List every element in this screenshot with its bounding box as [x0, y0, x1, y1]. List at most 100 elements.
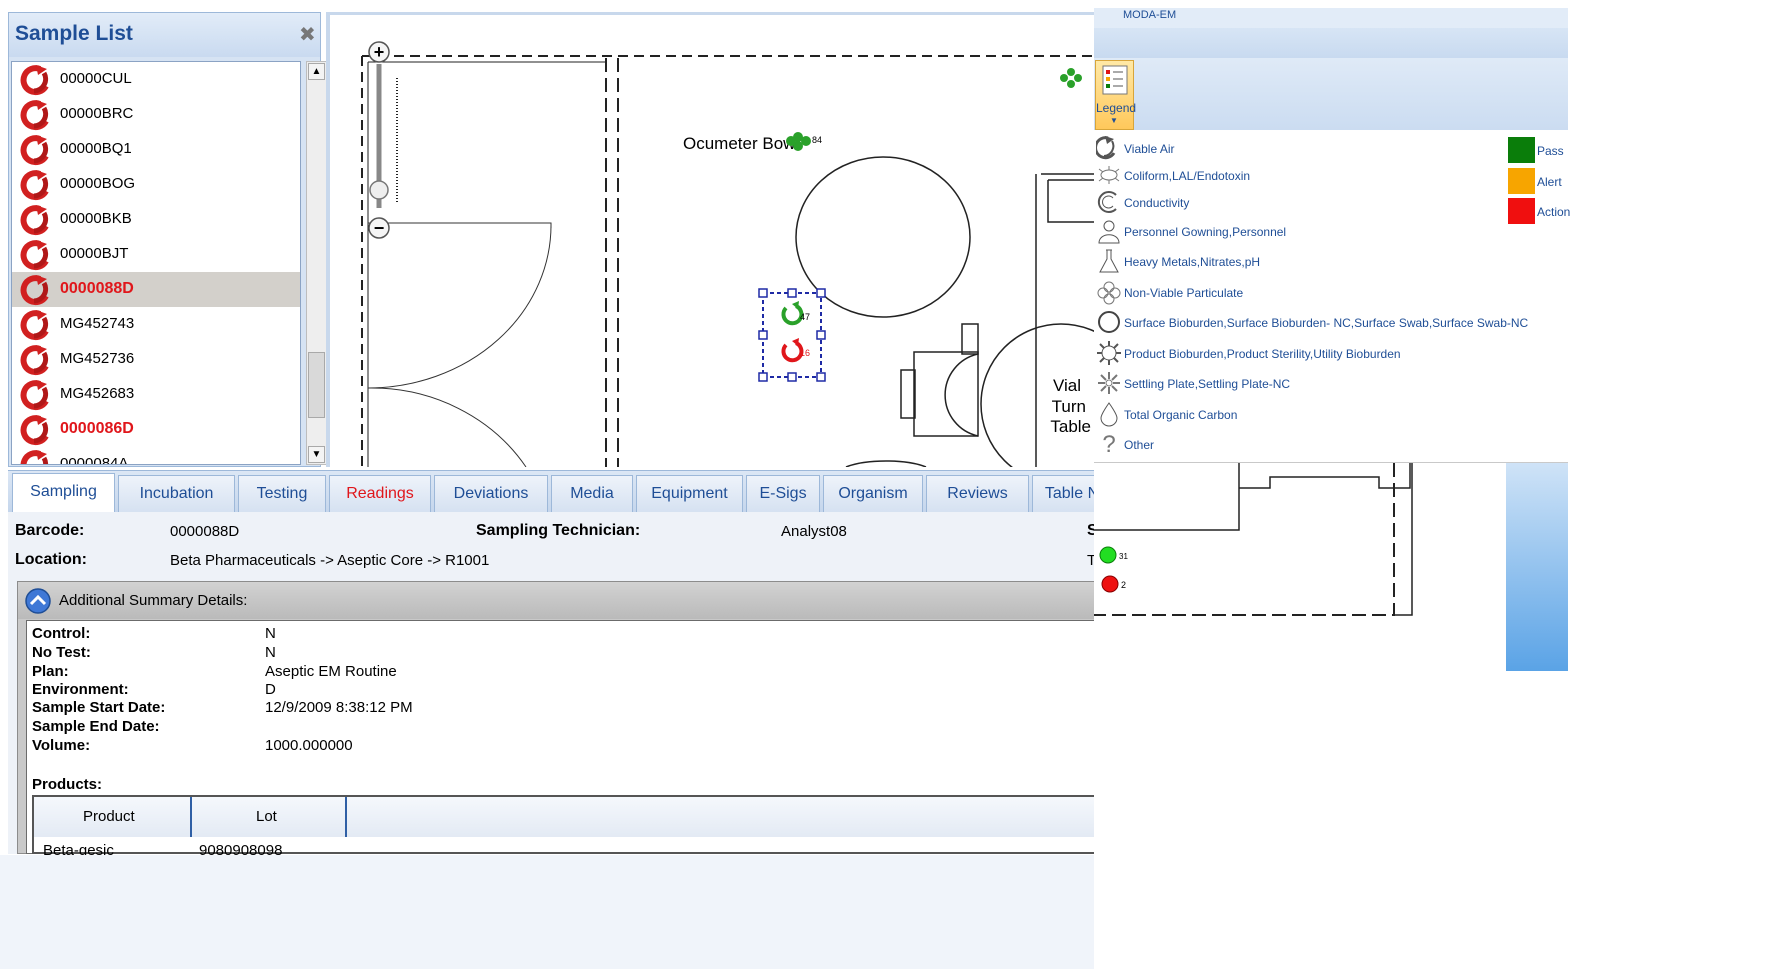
tab-reviews[interactable]: Reviews — [926, 475, 1029, 513]
sample-list-item[interactable]: 00000BKB — [12, 202, 300, 237]
sample-barcode: 0000086D — [60, 420, 134, 437]
legend-item-label: Heavy Metals,Nitrates,pH — [1124, 255, 1261, 269]
legend-button[interactable]: Legend ▼ — [1095, 60, 1137, 130]
legend-item-label: Total Organic Carbon — [1124, 408, 1238, 422]
tab-organism[interactable]: Organism — [823, 475, 923, 513]
marker-count: 47 — [800, 312, 810, 322]
summary-field-label: Control: — [32, 625, 91, 642]
sample-barcode: MG452743 — [60, 315, 135, 332]
sample-list-item[interactable]: 00000BJT — [12, 237, 300, 272]
asterisk-icon — [1098, 372, 1120, 394]
flask-icon — [1099, 249, 1119, 273]
summary-field-value: N — [265, 644, 276, 661]
legend-item-label: Conductivity — [1124, 196, 1190, 210]
status-label: Action — [1537, 205, 1571, 219]
sample-list-item[interactable]: 00000BOG — [12, 167, 300, 202]
legend-item-label: Other — [1124, 438, 1155, 452]
sample-list-title: Sample List — [15, 22, 133, 45]
summary-field-value: N — [265, 625, 276, 642]
viable-air-icon — [20, 310, 49, 341]
viable-air-icon — [20, 275, 49, 306]
sample-list-item[interactable]: 00000CUL — [12, 62, 300, 97]
legend-item-label: Viable Air — [1124, 142, 1175, 156]
technician-label: Sampling Technician: — [476, 522, 641, 539]
status-label: Alert — [1537, 175, 1562, 189]
column-header-product[interactable]: Product — [83, 808, 135, 825]
viable-air-icon — [20, 240, 49, 271]
sample-list-scrollbar[interactable]: ▲ ▼ — [306, 61, 327, 465]
legend-item[interactable]: Heavy Metals,Nitrates,pH — [1095, 248, 1515, 276]
non-viable-marker-icon[interactable] — [1060, 68, 1082, 88]
sample-list-item[interactable]: 0000086D — [12, 412, 300, 447]
legend-item[interactable]: Total Organic Carbon — [1095, 401, 1515, 429]
column-header-lot[interactable]: Lot — [256, 808, 277, 825]
sample-list-item[interactable]: MG452736 — [12, 342, 300, 377]
summary-field-label: Sample End Date: — [32, 718, 160, 735]
detail-tab-bar: Sampling Incubation Testing Readings Deviati… — [8, 470, 1112, 514]
legend-item[interactable]: ? Other — [1095, 431, 1515, 459]
column-divider[interactable] — [345, 797, 347, 837]
legend-item[interactable]: Non-Viable Particulate — [1095, 279, 1515, 307]
tab-equipment[interactable]: Equipment — [636, 475, 743, 513]
barcode-label: Barcode: — [15, 522, 85, 539]
scroll-up-arrow-icon[interactable]: ▲ — [308, 63, 325, 80]
summary-field-value: D — [265, 681, 276, 698]
column-divider[interactable] — [190, 797, 192, 837]
ribbon-body — [1094, 58, 1568, 130]
floor-map-continuation: 31 2 — [1094, 463, 1413, 616]
summary-field-value: Aseptic EM Routine — [265, 663, 397, 680]
legend-item[interactable]: Surface Bioburden,Surface Bioburden- NC,… — [1095, 309, 1528, 337]
viable-air-icon — [20, 450, 49, 464]
chevron-down-icon: ▼ — [1110, 116, 1118, 125]
viable-air-icon — [20, 415, 49, 446]
legend-item[interactable]: Settling Plate,Settling Plate-NC — [1095, 370, 1515, 398]
legend-button-label: Legend — [1096, 101, 1137, 115]
chevron-up-icon[interactable] — [23, 587, 53, 615]
tab-testing[interactable]: Testing — [238, 475, 326, 513]
action-dot-icon[interactable] — [1101, 575, 1119, 593]
ocumeter-bowl-label: Ocumeter Bowl — [683, 134, 799, 153]
zoom-in-icon: + — [374, 42, 385, 62]
viable-air-icon — [20, 170, 49, 201]
tab-sampling[interactable]: Sampling — [12, 473, 115, 514]
zoom-slider-thumb[interactable] — [369, 180, 389, 200]
tab-deviations[interactable]: Deviations — [434, 475, 548, 513]
sample-barcode: 00000BRC — [60, 105, 134, 122]
sample-barcode: MG452683 — [60, 385, 135, 402]
tab-e-sigs[interactable]: E-Sigs — [746, 475, 820, 513]
pass-dot-icon[interactable] — [1099, 546, 1117, 564]
products-table-header — [34, 797, 1096, 837]
viable-air-icon — [20, 65, 49, 96]
sample-list-item[interactable]: MG452683 — [12, 377, 300, 412]
tab-media[interactable]: Media — [551, 475, 633, 513]
legend-item[interactable]: Viable Air — [1095, 135, 1515, 163]
close-icon[interactable]: ✖ — [299, 22, 316, 47]
legend-item[interactable]: Personnel Gowning,Personnel — [1095, 218, 1515, 246]
sample-list-item[interactable]: 00000BRC — [12, 97, 300, 132]
location-value: Beta Pharmaceuticals -> Aseptic Core -> … — [170, 552, 490, 569]
sample-list-item[interactable]: MG452743 — [12, 307, 300, 342]
sample-list-item[interactable]: 0000088D — [12, 272, 300, 307]
sample-list[interactable]: 00000CUL 00000BRC 00000BQ1 00000BOG 00000BKB… — [11, 61, 301, 465]
sample-barcode: 00000BKB — [60, 210, 132, 227]
selection-box[interactable] — [762, 292, 822, 378]
scroll-thumb[interactable] — [308, 352, 325, 418]
tab-incubation[interactable]: Incubation — [118, 475, 235, 513]
sample-list-item[interactable]: 0000084A — [12, 447, 300, 464]
viable-air-marker-icon[interactable] — [781, 338, 804, 363]
circle-icon — [1098, 311, 1120, 333]
floor-map[interactable]: + − Ocumeter Bowl 84 47 16 Vial Turn Tab… — [326, 12, 1096, 467]
legend-item[interactable]: Product Bioburden,Product Sterility,Util… — [1095, 340, 1515, 368]
viable-air-marker-icon[interactable] — [781, 301, 804, 326]
conductivity-icon — [1097, 191, 1117, 213]
tab-readings[interactable]: Readings — [329, 475, 431, 513]
scroll-down-arrow-icon[interactable]: ▼ — [308, 446, 325, 463]
sample-barcode: 00000BJT — [60, 245, 129, 262]
sample-list-item[interactable]: 00000BQ1 — [12, 132, 300, 167]
gear-burst-icon — [1097, 341, 1121, 365]
fan-icon — [1097, 281, 1121, 305]
legend-item-label: Non-Viable Particulate — [1124, 286, 1244, 300]
question-icon: ? — [1102, 431, 1115, 457]
legend-item[interactable]: Coliform,LAL/Endotoxin — [1095, 162, 1515, 190]
legend-item[interactable]: Conductivity — [1095, 189, 1515, 217]
